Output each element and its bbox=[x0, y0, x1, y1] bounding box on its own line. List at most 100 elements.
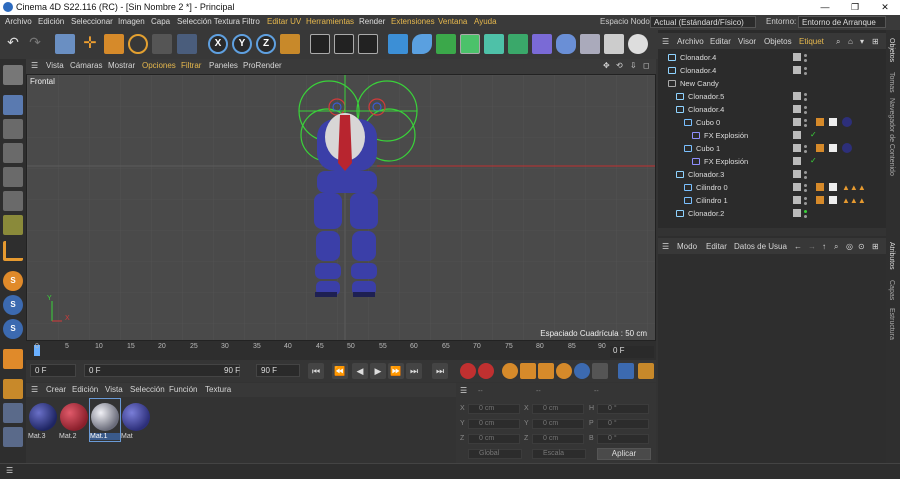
tab-atributos[interactable]: Atributos bbox=[888, 242, 895, 270]
redo-icon[interactable]: ↷ bbox=[25, 34, 45, 54]
size-mode-dropdown[interactable]: Escala bbox=[532, 449, 586, 459]
rotation-p-field[interactable]: 0 ° bbox=[597, 419, 649, 429]
light-icon[interactable] bbox=[628, 34, 648, 54]
apply-button[interactable]: Aplicar bbox=[597, 448, 651, 460]
tag-icon[interactable] bbox=[816, 118, 824, 126]
end-frame-field[interactable]: 90 F bbox=[256, 364, 300, 377]
world-coordinates-icon[interactable] bbox=[280, 34, 300, 54]
menu-imagen[interactable]: Imagen bbox=[118, 17, 145, 26]
expand-icon[interactable]: ⊞ bbox=[872, 242, 879, 251]
object-row[interactable]: New Candy bbox=[658, 77, 886, 90]
material-menu-edicion[interactable]: Edición bbox=[72, 385, 98, 394]
node-space-dropdown[interactable]: Actual (Estándard/Físico) bbox=[650, 16, 756, 28]
previous-key-button[interactable]: ⏪ bbox=[332, 363, 348, 379]
texture-mode-icon[interactable] bbox=[3, 119, 23, 139]
viewport-menu-opciones[interactable]: Opciones bbox=[142, 61, 176, 70]
snap-icon[interactable]: S bbox=[3, 271, 23, 291]
object-home-icon[interactable]: ⌂ bbox=[848, 37, 853, 46]
object-row[interactable]: Clonador.5 bbox=[658, 90, 886, 103]
coordinate-system-icon[interactable] bbox=[177, 34, 197, 54]
render-view-icon[interactable] bbox=[310, 34, 330, 54]
texture-tag-icon[interactable] bbox=[829, 183, 837, 191]
close-button[interactable]: ✕ bbox=[870, 0, 900, 15]
tab-tomas[interactable]: Tomas bbox=[888, 72, 895, 93]
enabled-check-icon[interactable]: ✓ bbox=[810, 156, 817, 165]
enabled-check-icon[interactable]: ✓ bbox=[810, 130, 817, 139]
align-workplane-icon[interactable] bbox=[3, 427, 23, 447]
material-menu-funcion[interactable]: Función bbox=[169, 385, 197, 394]
object-menu-editar[interactable]: Editar bbox=[710, 37, 731, 46]
tab-navegador-contenido[interactable]: Navegador de Contenido bbox=[888, 98, 895, 176]
make-editable-icon[interactable] bbox=[3, 65, 23, 85]
viewport-menu-prorender[interactable]: ProRender bbox=[243, 61, 282, 70]
menu-herramientas[interactable]: Herramientas bbox=[306, 17, 354, 26]
planar-workplane-icon[interactable] bbox=[3, 379, 23, 399]
warning-tag-icon[interactable]: ▲▲▲ bbox=[842, 183, 866, 192]
locked-workplane-icon[interactable] bbox=[3, 403, 23, 423]
menu-editar-uv[interactable]: Editar UV bbox=[267, 17, 301, 26]
object-menu-objetos[interactable]: Objetos bbox=[764, 37, 792, 46]
menu-seleccionar[interactable]: Seleccionar bbox=[71, 17, 113, 26]
tag-icon[interactable] bbox=[816, 144, 824, 152]
parameter-track-icon[interactable] bbox=[574, 363, 590, 379]
object-row[interactable]: FX Explosión ✓ bbox=[658, 129, 886, 142]
forward-arrow-icon[interactable]: → bbox=[808, 242, 816, 251]
object-menu-visor[interactable]: Visor bbox=[738, 37, 756, 46]
point-level-icon[interactable] bbox=[592, 363, 608, 379]
texture-tag-icon[interactable] bbox=[829, 118, 837, 126]
rotate-icon[interactable] bbox=[128, 34, 148, 54]
viewport-zoom-icon[interactable]: ⇩ bbox=[630, 61, 637, 70]
preview-range-slider[interactable]: 0 F bbox=[84, 364, 240, 377]
z-axis-lock-button[interactable]: Z bbox=[256, 34, 276, 54]
tab-objetos[interactable]: Objetos bbox=[888, 38, 895, 62]
lock-icon[interactable]: ◎ bbox=[846, 242, 853, 251]
size-y-field[interactable]: 0 cm bbox=[532, 419, 584, 429]
last-frame-button[interactable]: ⏭ bbox=[432, 363, 448, 379]
object-expand-icon[interactable]: ⊞ bbox=[872, 37, 879, 46]
status-menu-icon[interactable]: ☰ bbox=[6, 466, 13, 475]
previous-frame-button[interactable]: ◀ bbox=[352, 363, 368, 379]
material-hamburger-icon[interactable]: ☰ bbox=[31, 385, 38, 394]
object-filter-icon[interactable]: ▾ bbox=[860, 37, 864, 46]
viewport-maximize-icon[interactable]: ◻ bbox=[643, 61, 650, 70]
axis-mode-icon[interactable] bbox=[3, 241, 23, 261]
material-tag-icon[interactable] bbox=[842, 117, 852, 127]
material-item[interactable]: Mat bbox=[121, 399, 151, 441]
object-row[interactable]: Clonador.3 bbox=[658, 168, 886, 181]
scale-icon[interactable] bbox=[104, 34, 124, 54]
go-to-start-button[interactable]: ⏮ bbox=[308, 363, 324, 379]
size-x-field[interactable]: 0 cm bbox=[532, 404, 584, 414]
go-to-end-button[interactable]: ⏭ bbox=[406, 363, 422, 379]
move-icon[interactable]: ✛ bbox=[80, 34, 100, 54]
position-z-field[interactable]: 0 cm bbox=[468, 434, 520, 444]
viewport-rotate-icon[interactable]: ⟲ bbox=[616, 61, 623, 70]
menu-seleccion-textura[interactable]: Selección Textura bbox=[177, 17, 240, 26]
scale-track-icon[interactable] bbox=[538, 363, 554, 379]
extrude-icon[interactable] bbox=[460, 34, 480, 54]
viewport-menu-camaras[interactable]: Cámaras bbox=[70, 61, 102, 70]
texture-tag-icon[interactable] bbox=[829, 196, 837, 204]
next-key-button[interactable]: ⏩ bbox=[388, 363, 404, 379]
viewport-menu-paneles[interactable]: Paneles bbox=[209, 61, 238, 70]
object-menu-etiquetas[interactable]: Etiquet bbox=[799, 37, 824, 46]
texture-tag-icon[interactable] bbox=[829, 144, 837, 152]
menu-extensiones[interactable]: Extensiones bbox=[391, 17, 435, 26]
points-mode-icon[interactable] bbox=[3, 143, 23, 163]
viewport-menu-filtrar[interactable]: Filtrar bbox=[181, 61, 201, 70]
autokey-icon[interactable] bbox=[478, 363, 494, 379]
search-icon[interactable]: ⌕ bbox=[834, 242, 838, 252]
material-tag-icon[interactable] bbox=[842, 143, 852, 153]
field-icon[interactable] bbox=[556, 34, 576, 54]
polygons-mode-icon[interactable] bbox=[3, 191, 23, 211]
object-search-icon[interactable]: ⌕ bbox=[836, 37, 840, 47]
menu-ayuda[interactable]: Ayuda bbox=[474, 17, 497, 26]
attribute-menu-datos-usuario[interactable]: Datos de Usua bbox=[734, 242, 787, 251]
size-z-field[interactable]: 0 cm bbox=[532, 434, 584, 444]
material-item-selected[interactable]: Mat.1 bbox=[89, 398, 121, 442]
rotation-b-field[interactable]: 0 ° bbox=[597, 434, 649, 444]
viewport-menu-vista[interactable]: Vista bbox=[46, 61, 64, 70]
object-row[interactable]: Cilindro 0 ▲▲▲ bbox=[658, 181, 886, 194]
object-menu-archivo[interactable]: Archivo bbox=[677, 37, 704, 46]
menu-ventana[interactable]: Ventana bbox=[438, 17, 467, 26]
material-menu-crear[interactable]: Crear bbox=[46, 385, 66, 394]
